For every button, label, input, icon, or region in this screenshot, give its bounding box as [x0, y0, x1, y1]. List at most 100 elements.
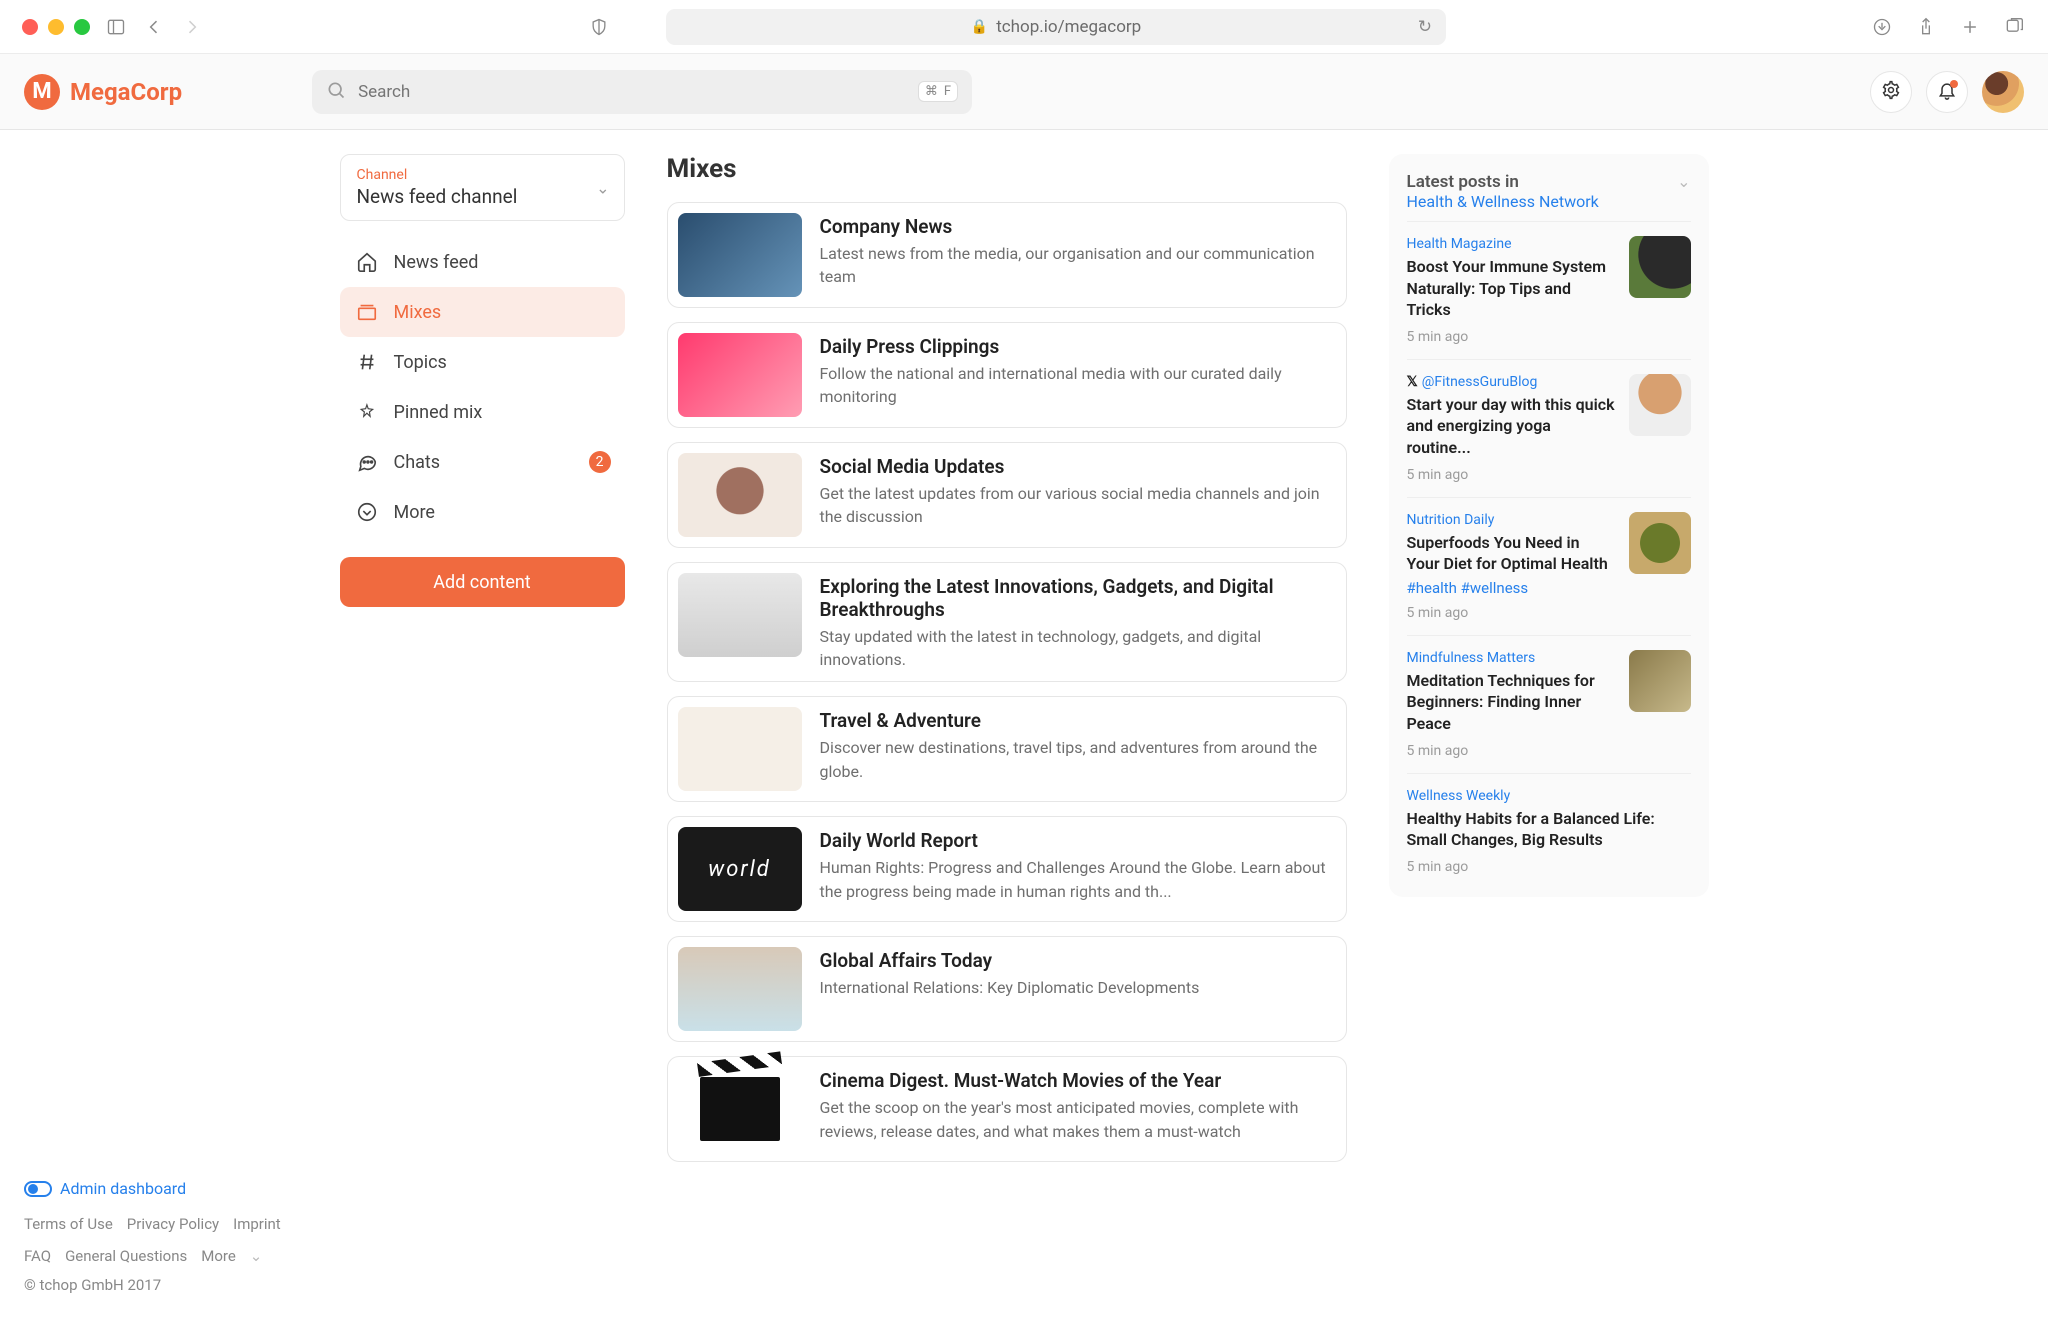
nav-back-icon[interactable] — [142, 15, 166, 39]
post-title: Superfoods You Need in Your Diet for Opt… — [1407, 532, 1617, 575]
brand-name: MegaCorp — [70, 78, 182, 106]
footer-link[interactable]: FAQ — [24, 1244, 51, 1268]
footer-link[interactable]: General Questions — [65, 1244, 187, 1268]
post-title: Boost Your Immune System Naturally: Top … — [1407, 256, 1617, 321]
main-content: Mixes Company News Latest news from the … — [667, 154, 1347, 1176]
post-title: Healthy Habits for a Balanced Life: Smal… — [1407, 808, 1691, 851]
chevron-down-icon: ⌄ — [250, 1244, 263, 1268]
mix-desc: International Relations: Key Diplomatic … — [820, 976, 1200, 999]
mix-thumbnail — [678, 453, 802, 537]
sidebar: Channel News feed channel ⌄ News feed Mi… — [340, 154, 625, 1176]
maximize-window-icon[interactable] — [74, 19, 90, 35]
hash-icon — [356, 351, 378, 373]
copyright: © tchop GmbH 2017 — [24, 1276, 309, 1294]
sidebar-item-topics[interactable]: Topics — [340, 337, 625, 387]
chevron-down-icon: ⌄ — [596, 178, 609, 197]
mix-desc: Follow the national and international me… — [820, 362, 1334, 408]
mix-title: Daily World Report — [820, 829, 1334, 852]
sidebar-item-label: News feed — [394, 252, 479, 273]
post-item[interactable]: Nutrition Daily Superfoods You Need in Y… — [1407, 497, 1691, 635]
sidebar-footer: Admin dashboard Terms of Use Privacy Pol… — [24, 1179, 309, 1294]
minimize-window-icon[interactable] — [48, 19, 64, 35]
mix-thumbnail — [678, 333, 802, 417]
footer-link[interactable]: More — [201, 1244, 236, 1268]
mix-title: Social Media Updates — [820, 455, 1334, 478]
post-item[interactable]: Wellness Weekly Healthy Habits for a Bal… — [1407, 773, 1691, 889]
post-source: Nutrition Daily — [1407, 512, 1617, 528]
sidebar-item-news-feed[interactable]: News feed — [340, 237, 625, 287]
browser-chrome: 🔒 tchop.io/megacorp ↻ — [0, 0, 2048, 54]
sidebar-item-label: Chats — [394, 452, 441, 473]
mix-desc: Get the scoop on the year's most anticip… — [820, 1096, 1334, 1142]
share-icon[interactable] — [1914, 15, 1938, 39]
search-bar[interactable]: ⌘F — [312, 70, 972, 114]
channel-selector[interactable]: Channel News feed channel ⌄ — [340, 154, 625, 221]
chat-icon — [356, 451, 378, 473]
post-item[interactable]: 𝕏 @FitnessGuruBlog Start your day with t… — [1407, 359, 1691, 497]
sidebar-item-chats[interactable]: Chats 2 — [340, 437, 625, 487]
footer-link[interactable]: Privacy Policy — [127, 1212, 219, 1236]
downloads-icon[interactable] — [1870, 15, 1894, 39]
post-time: 5 min ago — [1407, 743, 1617, 759]
footer-link[interactable]: Terms of Use — [24, 1212, 113, 1236]
mix-card[interactable]: Company News Latest news from the media,… — [667, 202, 1347, 308]
post-source: Mindfulness Matters — [1407, 650, 1617, 666]
mix-card[interactable]: Cinema Digest. Must-Watch Movies of the … — [667, 1056, 1347, 1162]
panel-heading: Latest posts in — [1407, 172, 1599, 192]
mix-card[interactable]: Travel & Adventure Discover new destinat… — [667, 696, 1347, 802]
brand[interactable]: M MegaCorp — [24, 74, 182, 110]
post-item[interactable]: Mindfulness Matters Meditation Technique… — [1407, 635, 1691, 773]
user-avatar[interactable] — [1982, 71, 2024, 113]
pin-icon — [356, 401, 378, 423]
app-header: M MegaCorp ⌘F — [0, 54, 2048, 130]
gear-icon — [1881, 80, 1901, 104]
post-thumbnail — [1629, 236, 1691, 298]
sidebar-item-more[interactable]: More — [340, 487, 625, 537]
panel-subheading[interactable]: Health & Wellness Network — [1407, 192, 1599, 211]
search-input[interactable] — [356, 81, 908, 103]
sidebar-item-mixes[interactable]: Mixes — [340, 287, 625, 337]
mix-card[interactable]: world Daily World Report Human Rights: P… — [667, 816, 1347, 922]
new-tab-icon[interactable] — [1958, 15, 1982, 39]
post-item[interactable]: Health Magazine Boost Your Immune System… — [1407, 221, 1691, 359]
more-icon — [356, 501, 378, 523]
mix-card[interactable]: Social Media Updates Get the latest upda… — [667, 442, 1347, 548]
add-content-button[interactable]: Add content — [340, 557, 625, 607]
brand-logo-icon: M — [24, 74, 60, 110]
home-icon — [356, 251, 378, 273]
tab-overview-icon[interactable] — [2002, 15, 2026, 39]
sidebar-item-label: Mixes — [394, 302, 442, 323]
shield-icon[interactable] — [587, 15, 611, 39]
notifications-button[interactable] — [1926, 71, 1968, 113]
post-time: 5 min ago — [1407, 859, 1691, 875]
mix-card[interactable]: Exploring the Latest Innovations, Gadget… — [667, 562, 1347, 682]
post-source: Health Magazine — [1407, 236, 1617, 252]
toggle-icon — [24, 1181, 52, 1197]
mix-thumbnail — [678, 213, 802, 297]
sidebar-toggle-icon[interactable] — [104, 15, 128, 39]
mix-desc: Get the latest updates from our various … — [820, 482, 1334, 528]
admin-dashboard-link[interactable]: Admin dashboard — [24, 1179, 309, 1198]
post-tags[interactable]: #health #wellness — [1407, 579, 1617, 597]
chevron-down-icon[interactable]: ⌄ — [1677, 172, 1690, 191]
close-window-icon[interactable] — [22, 19, 38, 35]
lock-icon: 🔒 — [971, 19, 988, 35]
mix-desc: Discover new destinations, travel tips, … — [820, 736, 1334, 782]
post-time: 5 min ago — [1407, 329, 1617, 345]
post-time: 5 min ago — [1407, 467, 1617, 483]
sidebar-item-label: Topics — [394, 352, 447, 373]
mix-title: Company News — [820, 215, 1334, 238]
reload-icon[interactable]: ↻ — [1418, 17, 1432, 37]
mix-card[interactable]: Global Affairs Today International Relat… — [667, 936, 1347, 1042]
post-title: Meditation Techniques for Beginners: Fin… — [1407, 670, 1617, 735]
channel-value: News feed channel — [357, 185, 608, 208]
sidebar-item-pinned-mix[interactable]: Pinned mix — [340, 387, 625, 437]
settings-button[interactable] — [1870, 71, 1912, 113]
mix-title: Daily Press Clippings — [820, 335, 1334, 358]
notification-dot-icon — [1950, 80, 1958, 88]
mix-card[interactable]: Daily Press Clippings Follow the nationa… — [667, 322, 1347, 428]
mix-desc: Stay updated with the latest in technolo… — [820, 625, 1334, 671]
search-icon — [326, 80, 346, 104]
address-bar[interactable]: 🔒 tchop.io/megacorp ↻ — [666, 9, 1446, 45]
footer-link[interactable]: Imprint — [233, 1212, 281, 1236]
